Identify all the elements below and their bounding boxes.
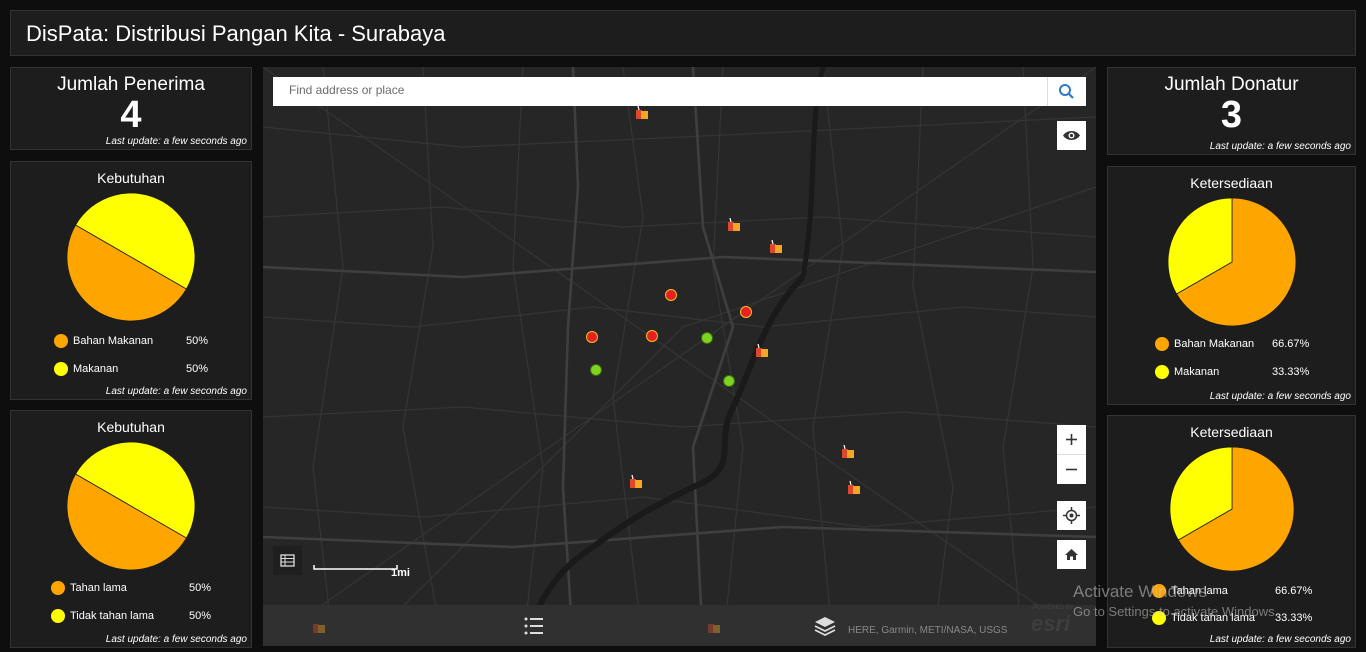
- legend-swatch: [51, 609, 65, 623]
- last-update-text: Last update: a few seconds ago: [105, 386, 247, 397]
- legend-label: Tidak tahan lama: [70, 610, 154, 622]
- list-button[interactable]: [519, 611, 549, 641]
- search-box: [273, 77, 1086, 106]
- locate-icon: [1063, 507, 1080, 524]
- scale-bar-label: 1mi: [391, 567, 410, 579]
- last-update-text: Last update: a few seconds ago: [1209, 141, 1351, 152]
- legend-swatch: [1155, 365, 1169, 379]
- list-icon: [524, 617, 543, 635]
- legend-value: 33.33%: [1275, 612, 1313, 624]
- recipient-count-label: Jumlah Penerima: [57, 74, 205, 95]
- legend-swatch: [1155, 337, 1169, 351]
- watermark-subtitle: Go to Settings to activate Windows.: [1073, 604, 1279, 619]
- legend-label: Bahan Makanan: [1174, 338, 1255, 350]
- map-marker-red[interactable]: [740, 306, 752, 318]
- donor-count-value: 3: [1220, 94, 1243, 136]
- food-marker-icon[interactable]: [768, 239, 784, 255]
- needs-durability-pie-panel: Kebutuhan Tahan lama 50% Tidak tahan lam…: [10, 410, 252, 648]
- pie-title: Ketersediaan: [1190, 424, 1273, 440]
- legend-value: 66.67%: [1275, 585, 1313, 597]
- legend-item: Makanan 33.33%: [1108, 364, 1348, 382]
- map-marker-green[interactable]: [701, 332, 713, 344]
- food-marker-icon[interactable]: [840, 444, 856, 460]
- home-icon: [1065, 549, 1078, 560]
- plus-icon: [1066, 434, 1077, 445]
- legend-swatch: [54, 362, 68, 376]
- pie-chart: [66, 192, 196, 322]
- legend-swatch: [51, 581, 65, 595]
- map-marker-red[interactable]: [586, 331, 598, 343]
- legend-item: Tidak tahan lama 50%: [11, 608, 251, 626]
- header-bar: DisPata: Distribusi Pangan Kita - Suraba…: [10, 10, 1356, 56]
- search-icon: [1059, 84, 1074, 99]
- eye-icon: [1063, 131, 1080, 140]
- pie-title: Kebutuhan: [97, 170, 165, 186]
- food-marker-icon[interactable]: [634, 105, 650, 121]
- recipient-count-value: 4: [120, 94, 142, 136]
- pie-chart: [1169, 446, 1295, 572]
- zoom-in-button[interactable]: [1057, 425, 1086, 454]
- windows-activation-watermark: Activate Windows Go to Settings to activ…: [1073, 582, 1278, 619]
- table-icon: [280, 554, 295, 567]
- last-update-text: Last update: a few seconds ago: [1209, 391, 1351, 402]
- legend-swatch: [54, 334, 68, 348]
- legend-label: Makanan: [73, 363, 119, 375]
- home-button[interactable]: [1057, 540, 1086, 569]
- map-marker-red[interactable]: [665, 289, 677, 301]
- legend-value: 33.33%: [1272, 366, 1310, 378]
- donor-count-panel: Jumlah Donatur 3 Last update: a few seco…: [1107, 67, 1356, 155]
- layers-button[interactable]: [810, 611, 840, 641]
- map-basemap: [263, 67, 1096, 646]
- food-marker-icon: [313, 624, 325, 633]
- legend-label: Tahan lama: [70, 582, 127, 594]
- map-view[interactable]: 1mi HERE, Garmin, METI/NASA, USG: [263, 67, 1096, 646]
- food-marker-icon[interactable]: [754, 343, 770, 359]
- legend-label: Makanan: [1174, 366, 1220, 378]
- page-title: DisPata: Distribusi Pangan Kita - Suraba…: [26, 21, 446, 46]
- recipient-count-panel: Jumlah Penerima 4 Last update: a few sec…: [10, 67, 252, 150]
- last-update-text: Last update: a few seconds ago: [105, 634, 247, 645]
- pie-title: Kebutuhan: [97, 419, 165, 435]
- pie-chart: [66, 441, 196, 571]
- pie-title: Ketersediaan: [1190, 175, 1273, 191]
- search-button[interactable]: [1047, 77, 1086, 106]
- legend-value: 50%: [186, 363, 209, 375]
- last-update-text: Last update: a few seconds ago: [105, 136, 247, 147]
- layers-icon: [814, 617, 836, 637]
- legend-item: Makanan 50%: [11, 361, 251, 379]
- minus-icon: [1066, 468, 1077, 471]
- needs-category-pie-panel: Kebutuhan Bahan Makanan 50% Makanan 50% …: [10, 161, 252, 400]
- food-marker-icon[interactable]: [628, 474, 644, 490]
- map-attribution: HERE, Garmin, METI/NASA, USGS: [848, 625, 1008, 636]
- esri-logo: esri: [1031, 611, 1071, 636]
- locate-button[interactable]: [1057, 501, 1086, 530]
- food-marker-icon[interactable]: [846, 480, 862, 496]
- table-button[interactable]: [273, 546, 302, 575]
- visibility-button[interactable]: [1057, 121, 1086, 150]
- food-marker-icon: [708, 624, 720, 633]
- pie-chart: [1167, 197, 1297, 327]
- legend-item: Bahan Makanan 50%: [11, 333, 251, 351]
- zoom-out-button[interactable]: [1057, 455, 1086, 484]
- supply-category-pie-panel: Ketersediaan Bahan Makanan 66.67% Makana…: [1107, 166, 1356, 405]
- food-marker-icon[interactable]: [726, 217, 742, 233]
- legend-item: Bahan Makanan 66.67%: [1108, 336, 1348, 354]
- search-input[interactable]: [287, 82, 1031, 98]
- legend-value: 50%: [189, 610, 212, 622]
- last-update-text: Last update: a few seconds ago: [1209, 634, 1351, 645]
- map-marker-green[interactable]: [723, 375, 735, 387]
- legend-value: 66.67%: [1272, 338, 1310, 350]
- legend-label: Bahan Makanan: [73, 335, 154, 347]
- legend-value: 50%: [186, 335, 209, 347]
- watermark-title: Activate Windows: [1073, 582, 1208, 601]
- map-marker-green[interactable]: [590, 364, 602, 376]
- legend-value: 50%: [189, 582, 212, 594]
- legend-item: Tahan lama 50%: [11, 580, 251, 598]
- map-marker-red[interactable]: [646, 330, 658, 342]
- donor-count-label: Jumlah Donatur: [1164, 74, 1299, 95]
